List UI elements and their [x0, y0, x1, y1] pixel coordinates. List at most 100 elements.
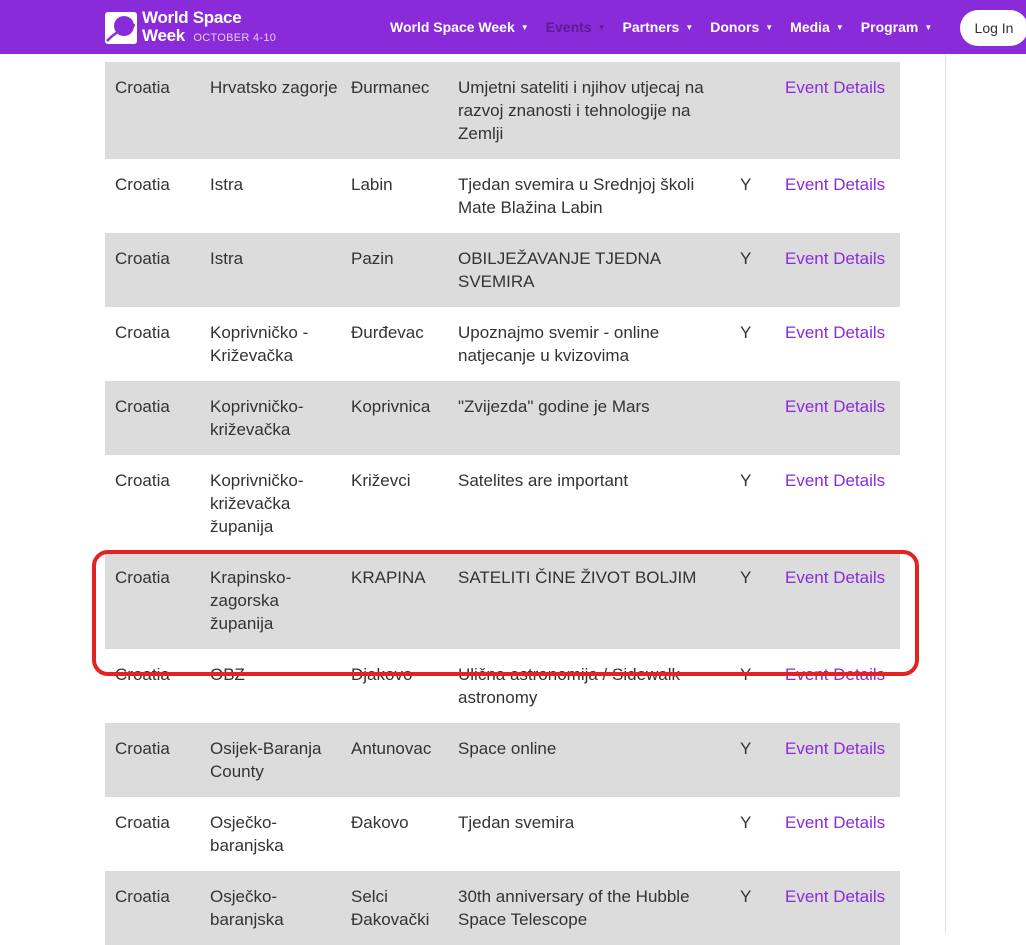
- event-details-link[interactable]: Event Details: [775, 723, 900, 797]
- content-divider: [945, 54, 946, 933]
- region-cell: Koprivničko - Križevačka: [210, 323, 309, 365]
- nav-world-space-week[interactable]: World Space Week ▼: [390, 19, 529, 35]
- login-button[interactable]: Log In: [960, 10, 1026, 46]
- flag-cell: Y: [740, 323, 752, 342]
- table-row: Croatia Istra Pazin OBILJEŽAVANJE TJEDNA…: [105, 233, 900, 307]
- logo-dates: OCTOBER 4-10: [193, 32, 277, 44]
- nav-label: Media: [790, 19, 830, 35]
- logo-title: World Space: [142, 8, 242, 27]
- nav-label: Partners: [622, 19, 680, 35]
- country-cell: Croatia: [105, 552, 200, 649]
- city-cell: Đurmanec: [341, 62, 448, 159]
- country-cell: Croatia: [105, 62, 200, 159]
- region-cell: Osijek-Baranja County: [200, 723, 341, 797]
- event-title-cell: 30th anniversary of the Hubble Space Tel…: [448, 871, 730, 945]
- nav-media[interactable]: Media ▼: [790, 19, 844, 35]
- flag-cell: Y: [730, 871, 775, 945]
- city-cell: Đurđevac: [351, 323, 424, 342]
- city-cell: KRAPINA: [341, 552, 448, 649]
- nav-label: Program: [860, 19, 919, 35]
- table-row: Croatia Osijek-Baranja County Antunovac …: [105, 723, 900, 797]
- nav-program[interactable]: Program ▼: [861, 19, 933, 35]
- city-cell: Đakovo: [351, 813, 409, 832]
- top-navbar: World Space Week OCTOBER 4-10 World Spac…: [0, 0, 1026, 54]
- event-title-cell: Upoznajmo svemir - online natjecanje u k…: [458, 323, 660, 365]
- region-cell: Istra: [210, 175, 244, 194]
- region-cell: Istra: [200, 233, 341, 307]
- city-cell: Antunovac: [341, 723, 448, 797]
- nav-events[interactable]: Events ▼: [546, 19, 606, 35]
- flag-cell: Y: [740, 471, 752, 490]
- table-row: Croatia Koprivničko-križevačka županija …: [105, 455, 900, 552]
- city-cell: Labin: [351, 175, 393, 194]
- event-title-cell: Space online: [448, 723, 730, 797]
- region-cell: Osječko-baranjska: [200, 871, 341, 945]
- country-cell: Croatia: [115, 323, 170, 342]
- event-details-link[interactable]: Event Details: [775, 307, 900, 381]
- flag-cell: Y: [730, 552, 775, 649]
- country-cell: Croatia: [105, 233, 200, 307]
- country-cell: Croatia: [115, 471, 170, 490]
- flag-cell: Y: [730, 233, 775, 307]
- event-title-cell: OBILJEŽAVANJE TJEDNA SVEMIRA: [448, 233, 730, 307]
- event-details-link[interactable]: Event Details: [775, 455, 900, 552]
- event-title-cell: SATELITI ČINE ŽIVOT BOLJIM: [448, 552, 730, 649]
- region-cell: Osječko-baranjska: [210, 813, 284, 855]
- event-details-link[interactable]: Event Details: [775, 552, 900, 649]
- city-cell: Selci Đakovački: [341, 871, 448, 945]
- event-title-cell: "Zvijezda" godine je Mars: [448, 381, 730, 455]
- country-cell: Croatia: [105, 723, 200, 797]
- event-title-cell: Tjedan svemira: [458, 813, 575, 832]
- flag-cell: Y: [740, 175, 752, 194]
- logo-week: Week: [142, 26, 185, 45]
- table-row: Croatia Istra Labin Tjedan svemira u Sre…: [105, 159, 900, 233]
- event-details-link[interactable]: Event Details: [775, 797, 900, 871]
- event-details-link[interactable]: Event Details: [775, 159, 900, 233]
- table-row: Croatia Koprivničko - Križevačka Đurđeva…: [105, 307, 900, 381]
- table-row-highlighted: Croatia Krapinsko-zagorska županija KRAP…: [105, 552, 900, 649]
- nav-label: Donors: [710, 19, 760, 35]
- flag-cell: [730, 62, 775, 159]
- event-title-cell: Tjedan svemira u Srednjoj školi Mate Bla…: [458, 175, 695, 217]
- world-space-week-logo-icon: [105, 12, 137, 44]
- nav-partners[interactable]: Partners ▼: [623, 19, 694, 35]
- events-table: Croatia Hrvatsko zagorje Đurmanec Umjetn…: [105, 62, 900, 945]
- caret-down-icon: ▼: [520, 22, 529, 32]
- city-cell: Djakovo: [351, 665, 413, 684]
- event-title-cell: Umjetni sateliti i njihov utjecaj na raz…: [448, 62, 730, 159]
- flag-cell: Y: [740, 665, 752, 684]
- country-cell: Croatia: [115, 665, 170, 684]
- flag-cell: [730, 381, 775, 455]
- event-details-link[interactable]: Event Details: [775, 871, 900, 945]
- flag-cell: Y: [730, 723, 775, 797]
- region-cell: Koprivničko-križevačka: [200, 381, 341, 455]
- main-nav: World Space Week ▼ Events ▼ Partners ▼ D…: [390, 0, 949, 54]
- city-cell: Koprivnica: [341, 381, 448, 455]
- region-cell: Koprivničko-križevačka županija: [210, 471, 304, 536]
- caret-down-icon: ▼: [765, 22, 774, 32]
- city-cell: Križevci: [351, 471, 411, 490]
- event-details-link[interactable]: Event Details: [775, 649, 900, 723]
- event-details-link[interactable]: Event Details: [775, 233, 900, 307]
- region-cell: Hrvatsko zagorje: [200, 62, 341, 159]
- event-title-cell: Ulična astronomija / Sidewalk astronomy: [458, 665, 681, 707]
- region-cell: OBZ: [210, 665, 245, 684]
- caret-down-icon: ▼: [835, 22, 844, 32]
- event-details-link[interactable]: Event Details: [775, 381, 900, 455]
- city-cell: Pazin: [341, 233, 448, 307]
- event-title-cell: Satelites are important: [458, 471, 629, 490]
- event-details-link[interactable]: Event Details: [775, 62, 900, 159]
- site-logo[interactable]: World Space Week OCTOBER 4-10: [104, 9, 276, 47]
- nav-label: Events: [545, 19, 592, 35]
- caret-down-icon: ▼: [685, 22, 694, 32]
- table-row: Croatia Osječko-baranjska Đakovo Tjedan …: [105, 797, 900, 871]
- country-cell: Croatia: [115, 813, 170, 832]
- table-row: Croatia Hrvatsko zagorje Đurmanec Umjetn…: [105, 62, 900, 159]
- country-cell: Croatia: [105, 871, 200, 945]
- nav-label: World Space Week: [390, 19, 515, 35]
- nav-donors[interactable]: Donors ▼: [710, 19, 773, 35]
- logo-text: World Space Week OCTOBER 4-10: [142, 9, 276, 47]
- table-row: Croatia OBZ Djakovo Ulična astronomija /…: [105, 649, 900, 723]
- country-cell: Croatia: [115, 175, 170, 194]
- country-cell: Croatia: [105, 381, 200, 455]
